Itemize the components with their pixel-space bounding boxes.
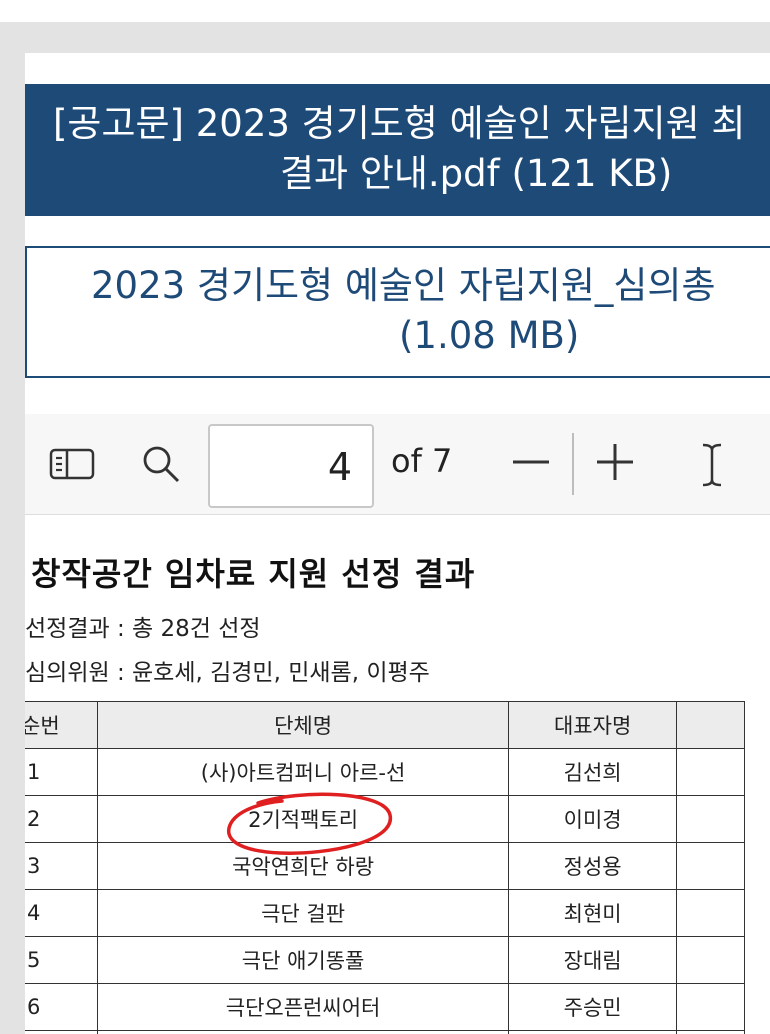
row-org-name: 극단 걸판 — [97, 889, 509, 937]
header-number: 순번 — [25, 701, 99, 749]
row-representative: 최현미 — [507, 889, 678, 937]
table-row: 5 극단 애기똥풀 장대림 — [25, 936, 745, 984]
row-representative: 김선희 — [507, 748, 678, 796]
row-extra — [676, 936, 745, 984]
document-heading: 창작공간 임차료 지원 선정 결과 — [31, 555, 476, 593]
reviewers-text: 심의위원 : 윤호세, 김경민, 민새롬, 이평주 — [25, 660, 430, 686]
row-org-name: 국악연희단 하랑 — [97, 842, 509, 890]
row-extra — [676, 983, 745, 1031]
top-strip — [0, 0, 770, 22]
minus-icon[interactable] — [509, 440, 553, 484]
table-row: 1 (사)아트컴퍼니 아르-선 김선희 — [25, 748, 745, 796]
file-title-line1: [공고문] 2023 경기도형 예술인 자립지원 최 — [53, 102, 746, 145]
row-number: 5 — [25, 936, 99, 984]
row-number: 3 — [25, 842, 99, 890]
row-org-name: 극단오픈런씨어터 — [97, 983, 509, 1031]
header-org-name: 단체명 — [97, 701, 509, 749]
zoom-separator — [572, 433, 574, 495]
row-number: 4 — [25, 889, 99, 937]
row-number: 6 — [25, 983, 99, 1031]
selection-result-table: 순번 단체명 대표자명 1 (사)아트컴퍼니 아르-선 김선희 2 2기적팩토리… — [25, 701, 745, 1034]
pdf-viewer-toolbar: 4 of 7 — [25, 414, 770, 515]
row-org-name: 극단 애기똥풀 — [97, 936, 509, 984]
header-extra — [676, 701, 745, 749]
table-row: 3 국악연희단 하랑 정성용 — [25, 842, 745, 890]
row-number: 2 — [25, 795, 99, 843]
attachment-name: 2023 경기도형 예술인 자립지원_심의총 — [91, 264, 716, 307]
file-title-line2: 결과 안내.pdf (121 KB) — [280, 152, 673, 195]
row-representative — [507, 1030, 678, 1034]
pdf-page: [공고문] 2023 경기도형 예술인 자립지원 최 결과 안내.pdf (12… — [25, 53, 770, 1034]
row-number: 1 — [25, 748, 99, 796]
header-representative: 대표자명 — [507, 701, 678, 749]
table-row: 2 2기적팩토리 이미경 — [25, 795, 745, 843]
table-row: 4 극단 걸판 최현미 — [25, 889, 745, 937]
row-org-name: 2기적팩토리 — [97, 795, 509, 843]
row-representative: 정성용 — [507, 842, 678, 890]
row-extra — [676, 842, 745, 890]
table-header-row: 순번 단체명 대표자명 — [25, 701, 745, 749]
text-cursor-icon[interactable] — [699, 442, 725, 488]
row-number — [25, 1030, 99, 1034]
selection-result-text: 선정결과 : 총 28건 선정 — [25, 616, 261, 642]
table-row — [25, 1030, 745, 1034]
table-row: 6 극단오픈런씨어터 주승민 — [25, 983, 745, 1031]
row-representative: 이미경 — [507, 795, 678, 843]
attachment-size: (1.08 MB) — [399, 314, 580, 357]
search-icon[interactable] — [140, 444, 186, 484]
row-org-name — [97, 1030, 509, 1034]
attachment-link[interactable]: 2023 경기도형 예술인 자립지원_심의총 (1.08 MB) — [25, 246, 770, 378]
row-representative: 장대림 — [507, 936, 678, 984]
row-representative: 주승민 — [507, 983, 678, 1031]
page-number-input[interactable]: 4 — [208, 424, 374, 508]
page-count-label: of 7 — [391, 442, 453, 480]
row-extra — [676, 795, 745, 843]
row-extra — [676, 1030, 745, 1034]
sidebar-toggle-icon[interactable] — [49, 448, 95, 480]
row-org-name: (사)아트컴퍼니 아르-선 — [97, 748, 509, 796]
plus-icon[interactable] — [593, 440, 637, 484]
row-extra — [676, 889, 745, 937]
file-title-banner[interactable]: [공고문] 2023 경기도형 예술인 자립지원 최 결과 안내.pdf (12… — [25, 84, 770, 216]
row-extra — [676, 748, 745, 796]
